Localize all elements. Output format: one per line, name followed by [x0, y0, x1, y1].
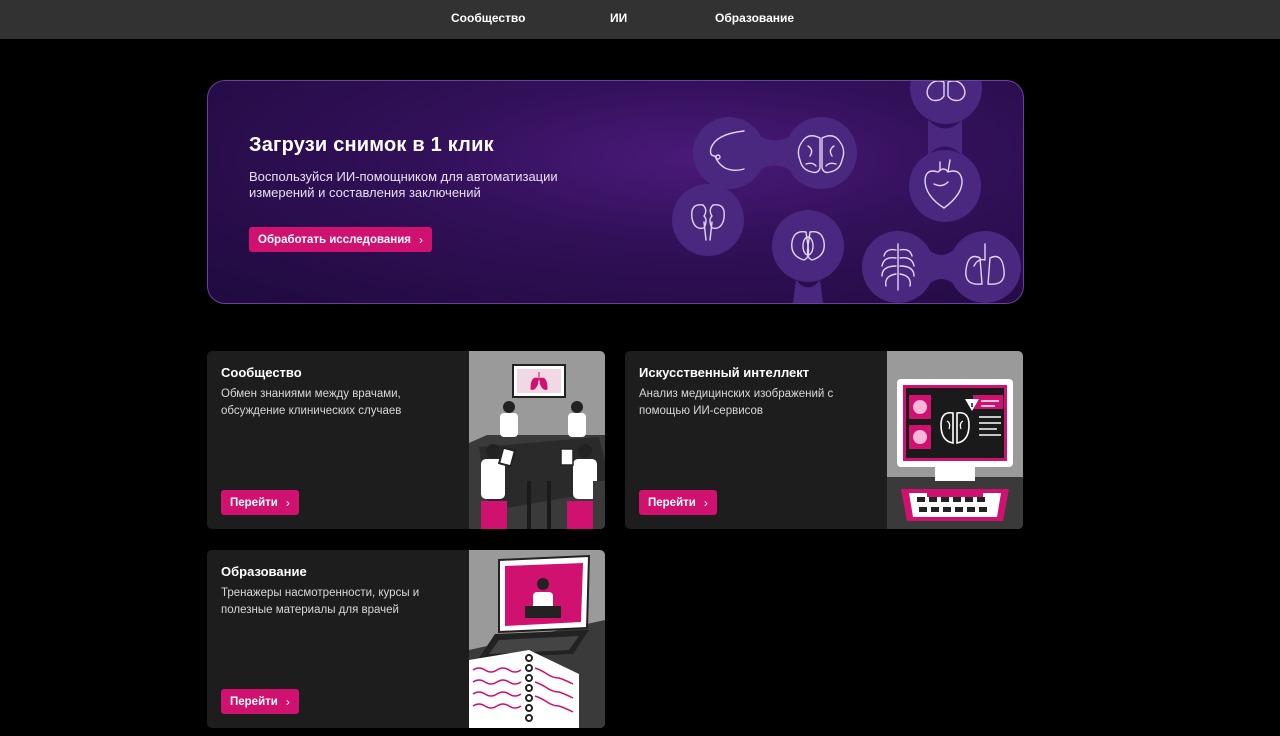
community-card-description: Обмен знаниями между врачами, обсуждение… [221, 388, 402, 417]
ai-card-description: Анализ медицинских изображений с помощью… [639, 388, 834, 417]
community-go-button-label: Перейти [230, 496, 278, 509]
community-go-button[interactable]: Перейти › [221, 490, 299, 515]
education-card-description: Тренажеры насмотренности, курсы и полезн… [221, 587, 420, 616]
ai-card: Искусственный интеллект Анализ медицинск… [625, 351, 1023, 529]
nav-community-link[interactable]: Сообщество [451, 11, 525, 25]
hero-banner: Загрузи снимок в 1 клик Воспользуйся ИИ-… [207, 80, 1024, 304]
education-go-button[interactable]: Перейти › [221, 689, 299, 714]
hero-description: Воспользуйся ИИ-помощником для автоматиз… [249, 169, 558, 200]
hero-title: Загрузи снимок в 1 клик [249, 134, 494, 156]
community-card: Сообщество Обмен знаниями между врачами,… [207, 351, 605, 529]
education-card-title: Образование [221, 564, 307, 579]
chevron-right-icon: › [419, 232, 424, 247]
doctors-meeting-illustration [469, 351, 605, 529]
chevron-right-icon: › [285, 495, 290, 510]
chevron-right-icon: › [285, 694, 290, 709]
nav-education-link[interactable]: Образование [715, 11, 794, 25]
chevron-right-icon: › [703, 495, 708, 510]
top-navigation: Сообщество ИИ Образование [0, 0, 1280, 39]
ai-go-button-label: Перейти [648, 496, 696, 509]
education-go-button-label: Перейти [230, 695, 278, 708]
nav-ai-link[interactable]: ИИ [610, 11, 627, 25]
ai-monitor-illustration [887, 351, 1023, 529]
ai-card-title: Искусственный интеллект [639, 365, 810, 380]
organ-icons-illustration [672, 81, 1021, 303]
laptop-notebook-illustration [469, 550, 605, 728]
process-studies-button[interactable]: Обработать исследования › [249, 227, 433, 252]
community-card-title: Сообщество [221, 365, 302, 380]
education-card: Образование Тренажеры насмотренности, ку… [207, 550, 605, 728]
ai-go-button[interactable]: Перейти › [639, 490, 717, 515]
process-studies-button-label: Обработать исследования [258, 233, 412, 246]
